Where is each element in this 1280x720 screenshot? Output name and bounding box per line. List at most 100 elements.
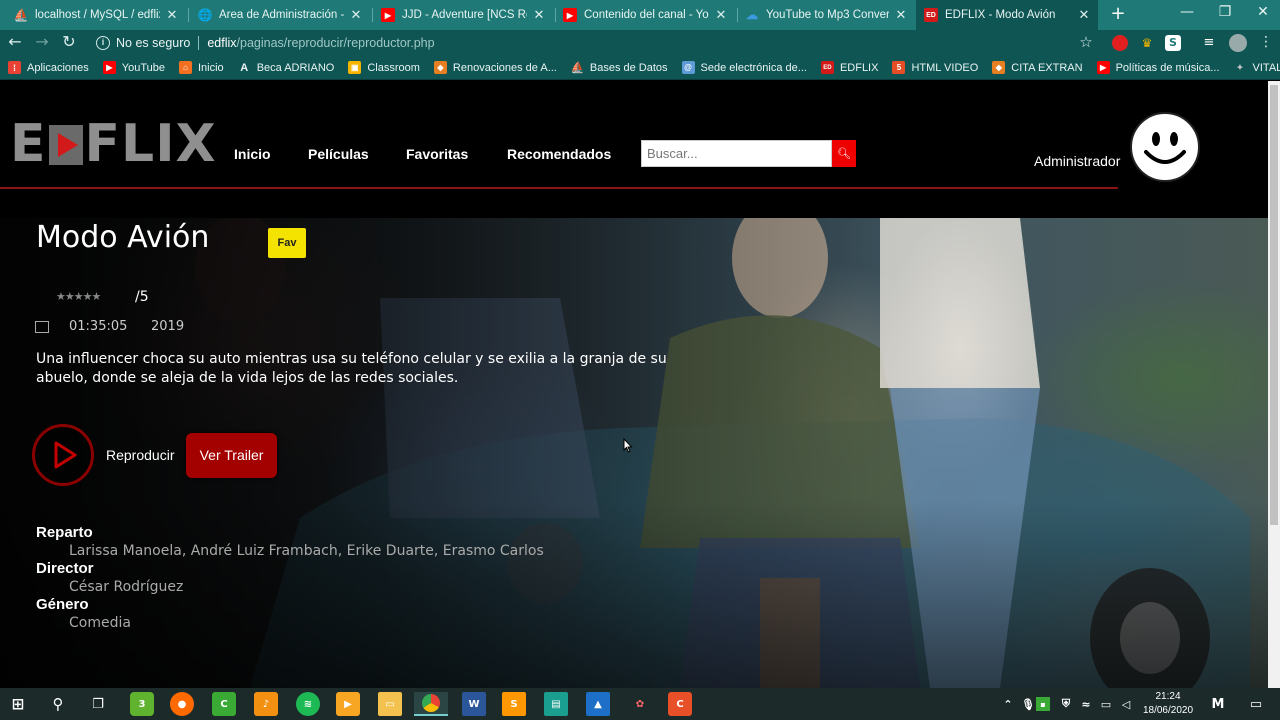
- app-m-icon[interactable]: M: [1206, 692, 1230, 716]
- bookmark-politicas[interactable]: ▶ Políticas de música...: [1096, 61, 1220, 74]
- sublime-icon[interactable]: S: [502, 692, 526, 716]
- tab-contenido[interactable]: ▶ Contenido del canal - YouTu ✕: [555, 0, 735, 30]
- bookmark-cita[interactable]: ◆ CITA EXTRAN: [992, 61, 1083, 74]
- bookmark-classroom[interactable]: ▣ Classroom: [348, 61, 420, 74]
- bookmark-inicio[interactable]: ⌂ Inicio: [179, 61, 224, 74]
- close-tab-icon[interactable]: ✕: [166, 7, 178, 23]
- trailer-button[interactable]: Ver Trailer: [186, 433, 277, 478]
- address-bar[interactable]: i No es seguro edflix/paginas/reproducir…: [88, 31, 1104, 55]
- word-icon[interactable]: W: [462, 692, 486, 716]
- scrollbar-thumb[interactable]: [1270, 85, 1278, 525]
- user-name[interactable]: Administrador: [1034, 153, 1120, 169]
- nav-peliculas[interactable]: Películas: [308, 146, 369, 162]
- tab-title: YouTube to Mp3 Converter: [766, 9, 889, 21]
- security-label: No es seguro: [116, 36, 191, 50]
- bookmark-label: Políticas de música...: [1115, 61, 1220, 74]
- tab-edflix[interactable]: ED EDFLIX - Modo Avión ✕: [916, 0, 1098, 30]
- bookmark-sede[interactable]: @ Sede electrónica de...: [681, 61, 807, 74]
- media-player-icon[interactable]: ▶: [336, 692, 360, 716]
- bookmark-label: Inicio: [198, 61, 224, 74]
- volume-icon[interactable]: ◁: [1114, 692, 1138, 716]
- nav-inicio[interactable]: Inicio: [234, 146, 271, 162]
- bookmark-label: Bases de Datos: [589, 61, 668, 74]
- close-tab-icon[interactable]: ✕: [715, 7, 727, 23]
- new-tab-button[interactable]: +: [1106, 3, 1130, 27]
- bookmark-star-icon[interactable]: ☆: [1076, 33, 1096, 53]
- extension-red-icon[interactable]: [1112, 35, 1128, 51]
- site-logo[interactable]: E FLIX: [10, 116, 217, 172]
- tab-jjd[interactable]: ▶ JJD - Adventure [NCS Releas ✕: [373, 0, 553, 30]
- fl-studio-icon[interactable]: ♪: [254, 692, 278, 716]
- tab-phpmyadmin[interactable]: ⛵ localhost / MySQL / edflix | p ✕: [6, 0, 186, 30]
- spotify-icon[interactable]: ≋: [296, 692, 320, 716]
- play-button[interactable]: [32, 424, 94, 486]
- minimize-icon[interactable]: —: [1168, 0, 1206, 30]
- bookmark-label: Renovaciones de A...: [452, 61, 557, 74]
- favorite-button[interactable]: Fav: [268, 228, 306, 258]
- cast-label: Reparto: [36, 524, 93, 541]
- forward-icon[interactable]: →: [32, 33, 52, 53]
- tab-mp3[interactable]: ☁ YouTube to Mp3 Converter ✕: [737, 0, 915, 30]
- bookmark-aplicaciones[interactable]: ⁞ Aplicaciones: [8, 61, 89, 74]
- tab-title: Contenido del canal - YouTu: [584, 9, 709, 21]
- search-button[interactable]: 🔍︎: [832, 140, 856, 167]
- media-control-icon[interactable]: ≡: [1201, 35, 1217, 51]
- menu-kebab-icon[interactable]: ⋮: [1256, 33, 1276, 53]
- profile-avatar-icon[interactable]: [1229, 34, 1247, 52]
- maximize-icon[interactable]: ❐: [1206, 0, 1244, 30]
- logo-text: FLIX: [84, 114, 217, 174]
- search-input[interactable]: [641, 140, 832, 167]
- close-tab-icon[interactable]: ✕: [895, 7, 907, 23]
- notifications-icon[interactable]: ▭: [1244, 692, 1268, 716]
- bookmark-label: Aplicaciones: [27, 61, 89, 74]
- smiley-avatar-icon[interactable]: [1130, 112, 1200, 182]
- bookmark-html-video[interactable]: 5 HTML VIDEO: [892, 61, 978, 74]
- tray-app-icon[interactable]: ▪: [1036, 697, 1050, 711]
- tab-title: localhost / MySQL / edflix | p: [35, 9, 160, 21]
- close-tab-icon[interactable]: ✕: [350, 7, 362, 23]
- bookmark-youtube[interactable]: ▶ YouTube: [102, 61, 165, 74]
- reload-icon[interactable]: ↻: [59, 33, 79, 53]
- edflix-icon: ED: [924, 8, 938, 22]
- chrome-icon[interactable]: [414, 692, 448, 716]
- bookmark-vital[interactable]: ✦ VITAL: [1234, 61, 1280, 74]
- paint-icon[interactable]: ✿: [628, 692, 652, 716]
- play-label[interactable]: Reproducir: [106, 447, 174, 463]
- windows-start-icon[interactable]: ⊞: [6, 692, 30, 716]
- nav-recomendados[interactable]: Recomendados: [507, 146, 611, 162]
- camtasia-icon[interactable]: C: [212, 692, 236, 716]
- tab-admin[interactable]: 🌐 Area de Administración - ED ✕: [190, 0, 370, 30]
- bookmark-bases-datos[interactable]: ⛵ Bases de Datos: [571, 61, 668, 75]
- close-tab-icon[interactable]: ✕: [1078, 7, 1090, 23]
- rating-stars-icon[interactable]: ★★★★★: [56, 290, 101, 303]
- photos-icon[interactable]: ▲: [586, 692, 610, 716]
- phpmyadmin-icon: ⛵: [13, 8, 29, 22]
- extension-s-icon[interactable]: S: [1165, 35, 1181, 51]
- close-window-icon[interactable]: ✕: [1244, 0, 1280, 30]
- bookmark-edflix[interactable]: ED EDFLIX: [820, 61, 878, 74]
- firefox-icon[interactable]: ●: [170, 692, 194, 716]
- info-icon[interactable]: i: [96, 36, 110, 50]
- close-tab-icon[interactable]: ✕: [533, 7, 545, 23]
- nav-favoritas[interactable]: Favoritas: [406, 146, 468, 162]
- tab-title: EDFLIX - Modo Avión: [945, 9, 1056, 21]
- youtube-icon: ▶: [1096, 61, 1110, 74]
- page-scrollbar[interactable]: [1268, 81, 1280, 688]
- task-view-icon[interactable]: ❐: [86, 692, 110, 716]
- sede-icon: @: [681, 61, 695, 74]
- bookmark-label: YouTube: [121, 61, 165, 74]
- bookmark-beca[interactable]: A Beca ADRIANO: [238, 61, 335, 74]
- extension-crown-icon[interactable]: ♛: [1139, 35, 1155, 51]
- bookmark-label: Sede electrónica de...: [700, 61, 807, 74]
- bookmark-renovaciones[interactable]: ◆ Renovaciones de A...: [433, 61, 557, 74]
- search-icon[interactable]: ⚲: [46, 692, 70, 716]
- bookmark-label: Beca ADRIANO: [256, 61, 335, 74]
- app-badge-icon[interactable]: 3: [130, 692, 154, 716]
- system-clock[interactable]: 21:24 18/06/2020: [1140, 690, 1196, 718]
- back-icon[interactable]: ←: [5, 33, 25, 53]
- tab-title: JJD - Adventure [NCS Releas: [402, 9, 527, 21]
- file-explorer-icon[interactable]: ▭: [378, 692, 402, 716]
- notepad-icon[interactable]: ▤: [544, 692, 568, 716]
- app-c-icon[interactable]: C: [668, 692, 692, 716]
- youtube-icon: ▶: [102, 61, 116, 74]
